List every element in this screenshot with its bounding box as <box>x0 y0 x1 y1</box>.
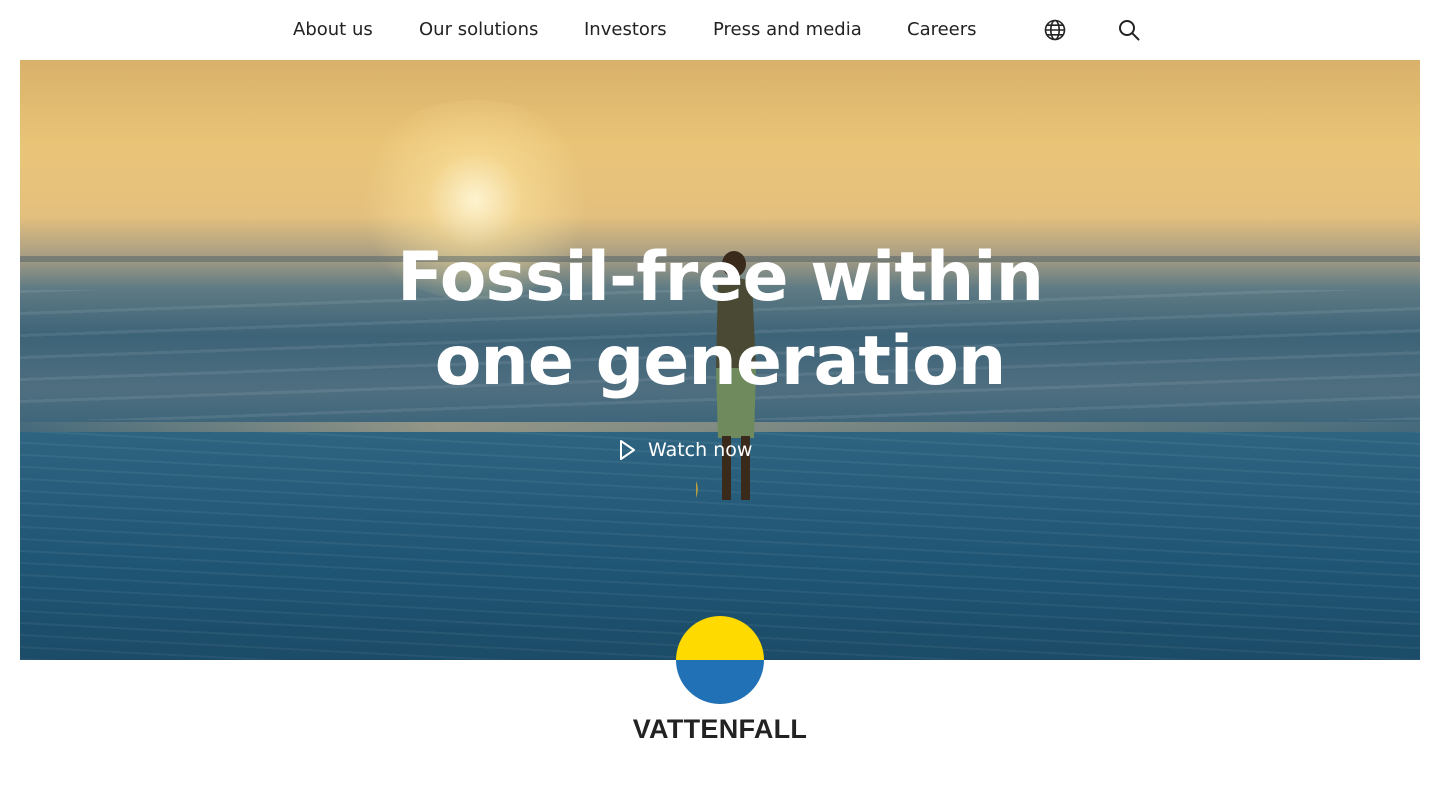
vattenfall-logo[interactable]: VATTENFALL <box>610 616 830 756</box>
hero-headline: Fossil-free within one generation <box>20 236 1420 404</box>
nav-item-investors[interactable]: Investors <box>584 18 667 42</box>
nav-item-our-solutions[interactable]: Our solutions <box>419 18 538 42</box>
logo-mark-blue <box>676 660 764 704</box>
search-button[interactable] <box>1116 17 1142 43</box>
search-icon <box>1119 20 1140 41</box>
hero-headline-line-1: Fossil-free within <box>397 238 1044 317</box>
nav-item-about-us[interactable]: About us <box>293 18 373 42</box>
logo-wordmark: VATTENFALL <box>632 714 808 744</box>
watch-now-button[interactable]: Watch now <box>618 436 752 464</box>
logo-mark <box>676 616 764 704</box>
nav-item-press-and-media[interactable]: Press and media <box>713 18 862 42</box>
logo-mark-yellow <box>676 616 764 660</box>
play-icon <box>620 440 635 460</box>
watch-now-label: Watch now <box>648 439 753 461</box>
hero-banner: Fossil-free within one generation Watch … <box>20 60 1420 660</box>
main-navigation: About us Our solutions Investors Press a… <box>0 0 1440 60</box>
nav-item-careers[interactable]: Careers <box>907 18 977 42</box>
globe-icon <box>1044 19 1066 41</box>
language-button[interactable] <box>1042 17 1068 43</box>
hero-headline-line-2: one generation <box>434 322 1007 401</box>
